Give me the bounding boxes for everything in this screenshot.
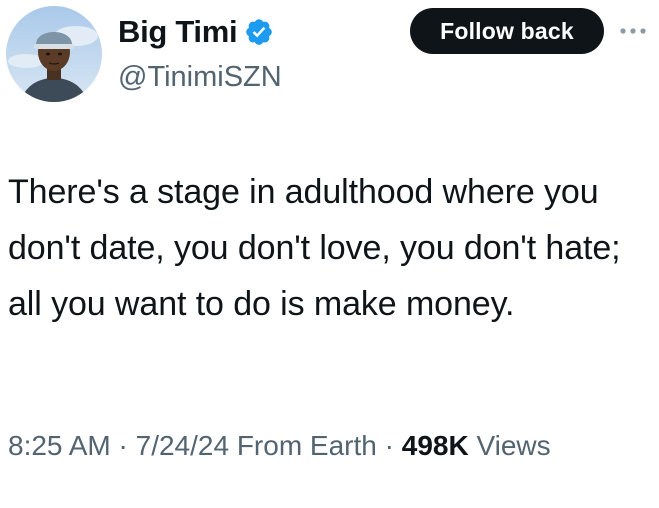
more-options-button[interactable] bbox=[614, 14, 652, 48]
author-display-name[interactable]: Big Timi bbox=[118, 12, 238, 52]
tweet-date[interactable]: 7/24/24 bbox=[136, 430, 229, 461]
tweet-source: From Earth bbox=[236, 430, 377, 461]
tweet-time[interactable]: 8:25 AM bbox=[8, 430, 111, 461]
follow-back-button[interactable]: Follow back bbox=[410, 8, 604, 54]
views-label: Views bbox=[476, 430, 551, 461]
author-name-row: Big Timi bbox=[118, 12, 274, 52]
profile-photo bbox=[6, 6, 102, 102]
meta-separator: · bbox=[118, 430, 128, 461]
meta-separator: · bbox=[384, 430, 394, 461]
tweet-text: There's a stage in adulthood where you d… bbox=[8, 173, 621, 323]
verified-badge-icon[interactable] bbox=[244, 17, 274, 47]
views-count[interactable]: 498K bbox=[402, 430, 469, 461]
more-dots-icon bbox=[620, 28, 646, 34]
author-handle[interactable]: @TinimiSZN bbox=[118, 58, 282, 96]
author-avatar[interactable] bbox=[6, 6, 102, 102]
tweet-meta: 8:25 AM · 7/24/24 From Earth · 498K View… bbox=[8, 424, 648, 468]
